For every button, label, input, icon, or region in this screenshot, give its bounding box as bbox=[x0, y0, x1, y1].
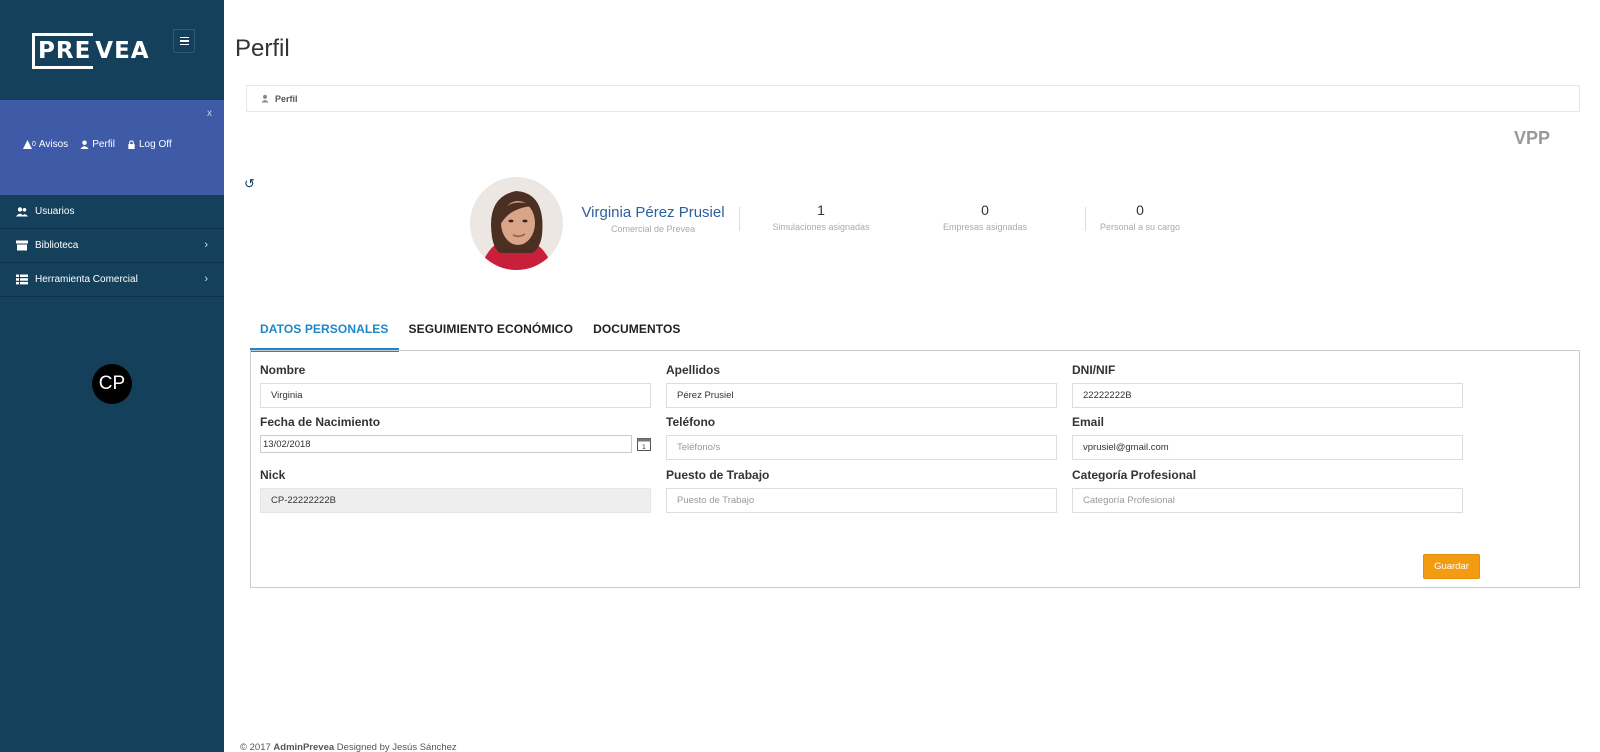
footer-copyright: © 2017 bbox=[240, 742, 271, 752]
dni-field-group: DNI/NIF 22222222B bbox=[1072, 363, 1463, 408]
telefono-field-group: Teléfono Teléfono/s bbox=[666, 415, 1057, 460]
avisos-count: 0 bbox=[32, 141, 36, 148]
cp-badge[interactable]: CP bbox=[92, 364, 132, 404]
nick-input: CP-22222222B bbox=[260, 488, 651, 513]
sidebar-item-usuarios[interactable]: Usuarios bbox=[0, 195, 224, 229]
stat-value: 0 bbox=[1136, 202, 1144, 218]
categoria-profesional-input[interactable]: Categoría Profesional bbox=[1072, 488, 1463, 513]
list-icon bbox=[16, 274, 28, 285]
stat-value: 0 bbox=[981, 202, 989, 218]
user-panel: x 0 Avisos Perfil Log Off bbox=[0, 100, 224, 195]
logo-area: PRE VEA bbox=[0, 0, 224, 100]
perfil-label: Perfil bbox=[92, 139, 115, 150]
lock-icon bbox=[128, 140, 135, 149]
nombre-input[interactable]: Virginia bbox=[260, 383, 651, 408]
logo[interactable]: PRE VEA bbox=[32, 33, 150, 69]
profile-avatar bbox=[470, 177, 563, 270]
apellidos-input[interactable]: Pérez Prusiel bbox=[666, 383, 1057, 408]
fecha-nacimiento-input[interactable]: 13/02/2018 bbox=[260, 435, 632, 453]
guardar-button[interactable]: Guardar bbox=[1423, 554, 1480, 579]
field-label: Fecha de Nacimiento bbox=[260, 415, 381, 429]
telefono-input[interactable]: Teléfono/s bbox=[666, 435, 1057, 460]
hamburger-menu-icon[interactable] bbox=[173, 29, 195, 53]
field-label: Teléfono bbox=[666, 415, 716, 429]
sidebar-item-label: Usuarios bbox=[35, 206, 75, 217]
chevron-right-icon: › bbox=[204, 273, 208, 285]
footer-brand-link[interactable]: AdminPrevea bbox=[273, 742, 334, 752]
breadcrumb-item-perfil[interactable]: Perfil bbox=[275, 94, 298, 104]
field-label: Nombre bbox=[260, 363, 306, 377]
stat-label: Empresas asignadas bbox=[942, 222, 1028, 232]
perfil-link[interactable]: Perfil bbox=[80, 139, 115, 150]
sidebar-item-herramienta-comercial[interactable]: Herramienta Comercial › bbox=[0, 263, 224, 297]
user-icon bbox=[80, 140, 89, 149]
field-label: Email bbox=[1072, 415, 1105, 429]
user-icon bbox=[261, 94, 269, 103]
sidebar-item-label: Herramienta Comercial bbox=[35, 274, 138, 285]
footer-credits: Designed by Jesús Sánchez bbox=[336, 742, 457, 752]
logoff-link[interactable]: Log Off bbox=[127, 139, 172, 150]
warning-icon bbox=[23, 140, 32, 149]
close-icon[interactable]: x bbox=[207, 108, 212, 119]
footer: © 2017 AdminPrevea Designed by Jesús Sán… bbox=[240, 742, 457, 752]
chevron-right-icon: › bbox=[204, 239, 208, 251]
main-content: Perfil Perfil VPP ↺ Virginia Pérez Prusi… bbox=[224, 0, 1600, 752]
user-initials: VPP bbox=[1514, 128, 1551, 148]
tab-datos-personales[interactable]: DATOS PERSONALES bbox=[250, 312, 399, 352]
archive-icon bbox=[16, 240, 28, 251]
calendar-icon[interactable]: 1 bbox=[637, 437, 651, 451]
logoff-label: Log Off bbox=[138, 139, 172, 150]
fecha-field-group: Fecha de Nacimiento 13/02/2018 1 bbox=[260, 415, 651, 453]
dni-input[interactable]: 22222222B bbox=[1072, 383, 1463, 408]
puesto-trabajo-input[interactable]: Puesto de Trabajo bbox=[666, 488, 1057, 513]
sidebar-item-label: Biblioteca bbox=[35, 240, 79, 251]
nombre-field-group: Nombre Virginia bbox=[260, 363, 651, 408]
categoria-field-group: Categoría Profesional Categoría Profesio… bbox=[1072, 468, 1463, 513]
user-links: 0 Avisos Perfil Log Off bbox=[23, 139, 172, 150]
field-label: Nick bbox=[260, 468, 286, 482]
stat-personal: 0 Personal a su cargo bbox=[1065, 202, 1215, 232]
field-label: Puesto de Trabajo bbox=[666, 468, 770, 482]
email-field-group: Email vprusiel@gmail.com bbox=[1072, 415, 1463, 460]
sidebar-nav: Usuarios Biblioteca › Herramienta Comerc… bbox=[0, 195, 224, 297]
field-label: Apellidos bbox=[666, 363, 721, 377]
puesto-field-group: Puesto de Trabajo Puesto de Trabajo bbox=[666, 468, 1057, 513]
stat-simulaciones: 1 Simulaciones asignadas bbox=[746, 202, 896, 232]
nick-field-group: Nick CP-22222222B bbox=[260, 468, 651, 513]
stat-value: 1 bbox=[817, 202, 825, 218]
tab-documentos[interactable]: DOCUMENTOS bbox=[583, 312, 690, 352]
breadcrumb: Perfil bbox=[246, 85, 1580, 112]
refresh-icon[interactable]: ↺ bbox=[244, 176, 255, 192]
apellidos-field-group: Apellidos Pérez Prusiel bbox=[666, 363, 1057, 408]
svg-text:1: 1 bbox=[642, 443, 646, 451]
field-label: Categoría Profesional bbox=[1072, 468, 1197, 482]
logo-boxed-text: PRE bbox=[32, 33, 94, 69]
avisos-link[interactable]: 0 Avisos bbox=[23, 139, 68, 150]
avisos-label: Avisos bbox=[38, 139, 69, 150]
stat-empresas: 0 Empresas asignadas bbox=[910, 202, 1060, 232]
profile-tabs: DATOS PERSONALES SEGUIMIENTO ECONÓMICO D… bbox=[250, 312, 691, 352]
sidebar-item-biblioteca[interactable]: Biblioteca › bbox=[0, 229, 224, 263]
profile-name: Virginia Pérez Prusiel bbox=[581, 204, 725, 221]
page-title: Perfil bbox=[235, 35, 290, 62]
email-input[interactable]: vprusiel@gmail.com bbox=[1072, 435, 1463, 460]
date-picker: 13/02/2018 1 bbox=[260, 435, 651, 453]
field-label: DNI/NIF bbox=[1072, 363, 1116, 377]
profile-role: Comercial de Prevea bbox=[610, 224, 696, 234]
stat-separator bbox=[739, 207, 740, 231]
sidebar: PRE VEA x 0 Avisos Perfil Log Off Usuari… bbox=[0, 0, 224, 752]
stat-label: Simulaciones asignadas bbox=[772, 222, 870, 232]
users-icon bbox=[16, 207, 28, 217]
logo-rest-text: VEA bbox=[95, 38, 150, 64]
tab-seguimiento-economico[interactable]: SEGUIMIENTO ECONÓMICO bbox=[399, 312, 584, 352]
datos-personales-panel: Nombre Virginia Apellidos Pérez Prusiel … bbox=[250, 350, 1580, 588]
stat-label: Personal a su cargo bbox=[1099, 222, 1181, 232]
